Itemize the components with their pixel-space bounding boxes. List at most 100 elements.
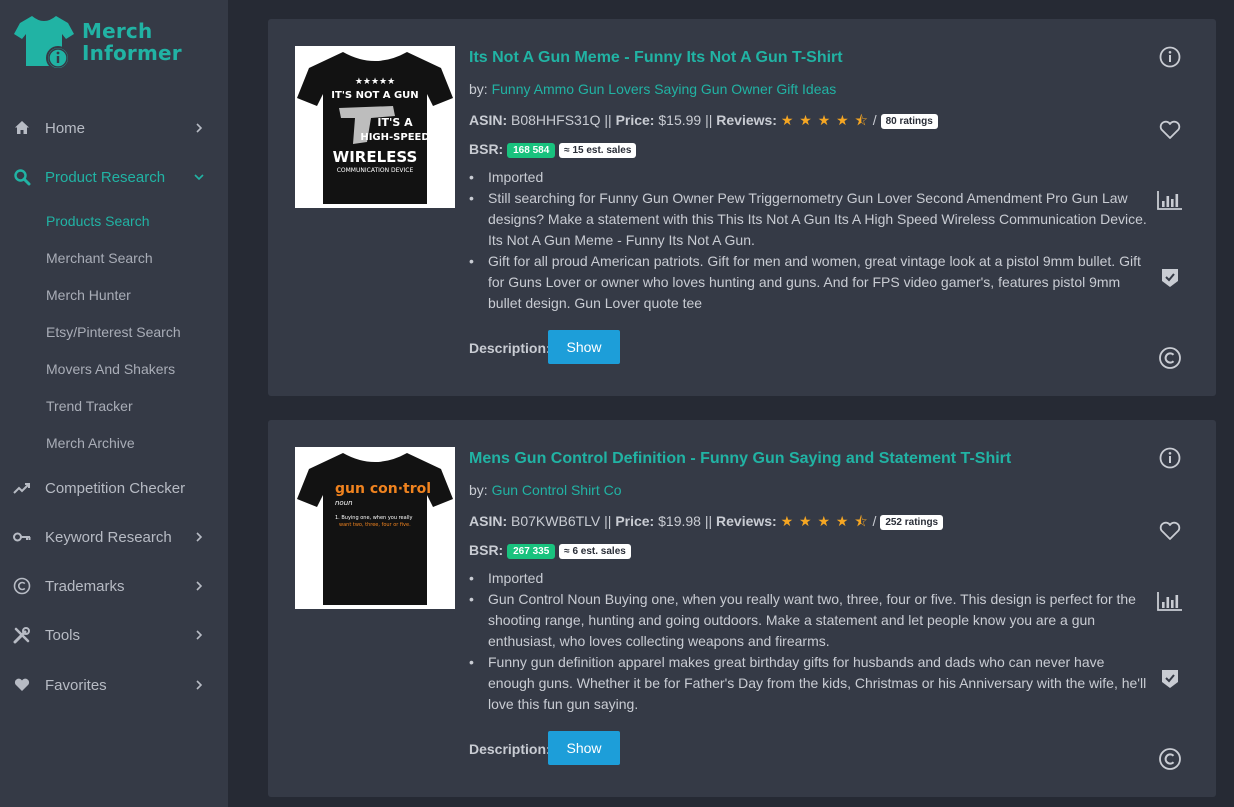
sidebar-subitem-movers-and-shakers[interactable]: Movers And Shakers: [46, 361, 175, 377]
copyright-check-icon[interactable]: [1158, 747, 1182, 771]
sidebar: Merch Informer Home Product Research Pro…: [0, 0, 228, 807]
separator: ||: [704, 513, 713, 529]
brand-line: by: Gun Control Shirt Co: [469, 482, 622, 498]
sidebar-item-label: Keyword Research: [45, 528, 172, 546]
shirt-line5: COMMUNICATION DEVICE: [337, 167, 414, 174]
chevron-right-icon: [196, 532, 203, 542]
sidebar-subitem-merchant-search[interactable]: Merchant Search: [46, 250, 153, 266]
bsr-label: BSR:: [469, 542, 504, 558]
separator: ||: [604, 112, 612, 128]
bullet-item: Still searching for Funny Gun Owner Pew …: [469, 188, 1149, 251]
sidebar-subitem-trend-tracker[interactable]: Trend Tracker: [46, 398, 133, 414]
bullet-list: Imported Gun Control Noun Buying one, wh…: [469, 568, 1149, 715]
bar-chart-icon[interactable]: [1156, 188, 1184, 212]
chevron-right-icon: [196, 630, 203, 640]
price-value: $19.98: [658, 513, 701, 529]
sidebar-item-keyword-research[interactable]: Keyword Research: [0, 519, 228, 555]
trend-icon: [12, 478, 32, 498]
sidebar-item-label: Trademarks: [45, 577, 125, 595]
asin-value: B07KWB6TLV: [511, 513, 601, 529]
bullet-list: Imported Still searching for Funny Gun O…: [469, 167, 1149, 314]
asin-value: B08HHFS31Q: [511, 112, 601, 128]
product-card: ★★★★★ IT'S NOT A GUN IT'S A HIGH-SPEED W…: [268, 19, 1216, 396]
sidebar-item-label: Favorites: [45, 676, 107, 694]
price-label: Price:: [615, 112, 655, 128]
meta-line: ASIN: B08HHFS31Q || Price: $15.99 || Rev…: [469, 110, 938, 134]
chevron-right-icon: [196, 680, 203, 690]
sidebar-item-label: Home: [45, 119, 86, 137]
shirt-line2: IT'S A: [377, 116, 413, 129]
separator: ||: [705, 112, 713, 128]
product-title[interactable]: Mens Gun Control Definition - Funny Gun …: [469, 450, 1011, 468]
product-image[interactable]: ★★★★★ IT'S NOT A GUN IT'S A HIGH-SPEED W…: [295, 46, 455, 208]
info-icon[interactable]: [1158, 446, 1182, 470]
bar-chart-icon[interactable]: [1156, 589, 1184, 613]
est-sales-badge: ≈ 6 est. sales: [559, 544, 631, 559]
product-card: gun con·trol noun 1. Buying one, when yo…: [268, 420, 1216, 797]
asin-label: ASIN:: [469, 112, 508, 128]
price-label: Price:: [615, 513, 655, 529]
search-icon: [12, 167, 32, 187]
copyright-check-icon[interactable]: [1158, 346, 1182, 370]
sidebar-subitem-merch-archive[interactable]: Merch Archive: [46, 435, 135, 451]
bullet-item: Imported: [469, 568, 1149, 589]
chevron-right-icon: [196, 581, 203, 591]
sidebar-subitem-products-search[interactable]: Products Search: [46, 213, 150, 229]
bsr-label: BSR:: [469, 141, 504, 157]
by-label: by:: [469, 482, 488, 498]
meta-line: ASIN: B07KWB6TLV || Price: $19.98 || Rev…: [469, 511, 944, 535]
slash: /: [872, 513, 877, 529]
heart-outline-icon[interactable]: [1158, 519, 1182, 543]
asin-label: ASIN:: [469, 513, 508, 529]
sidebar-subitem-etsy-pinterest-search[interactable]: Etsy/Pinterest Search: [46, 324, 181, 340]
product-image[interactable]: gun con·trol noun 1. Buying one, when yo…: [295, 447, 455, 609]
sidebar-item-label: Competition Checker: [45, 479, 186, 497]
info-icon[interactable]: [1158, 45, 1182, 69]
app-name-line2: Informer: [82, 41, 182, 65]
chevron-right-icon: [196, 123, 203, 133]
product-title[interactable]: Its Not A Gun Meme - Funny Its Not A Gun…: [469, 49, 843, 67]
price-value: $15.99: [658, 112, 702, 128]
bullet-item: Gift for all proud American patriots. Gi…: [469, 251, 1149, 314]
shirt-line2: noun: [335, 499, 353, 507]
sidebar-subitem-merch-hunter[interactable]: Merch Hunter: [46, 287, 131, 303]
brand-link[interactable]: Gun Control Shirt Co: [492, 482, 622, 498]
bullet-item: Gun Control Noun Buying one, when you re…: [469, 589, 1149, 652]
separator: ||: [604, 513, 612, 529]
by-label: by:: [469, 81, 488, 97]
brand-link[interactable]: Funny Ammo Gun Lovers Saying Gun Owner G…: [492, 81, 837, 97]
tshirt-logo-icon: [14, 16, 74, 70]
sidebar-item-product-research[interactable]: Product Research: [0, 159, 228, 195]
bsr-badge: 267 335: [507, 544, 556, 559]
sidebar-item-competition-checker[interactable]: Competition Checker: [0, 470, 228, 506]
description-label: Description:: [469, 741, 551, 757]
app-logo[interactable]: Merch Informer: [14, 14, 194, 74]
reviews-label: Reviews:: [716, 112, 777, 128]
heart-icon: [12, 675, 32, 695]
shirt-line1: IT'S NOT A GUN: [331, 90, 418, 101]
brand-line: by: Funny Ammo Gun Lovers Saying Gun Own…: [469, 81, 836, 97]
heart-outline-icon[interactable]: [1158, 118, 1182, 142]
show-description-button[interactable]: Show: [548, 731, 620, 765]
shirt-line3: HIGH-SPEED: [360, 132, 429, 143]
sidebar-item-tools[interactable]: Tools: [0, 617, 228, 653]
sidebar-item-trademarks[interactable]: Trademarks: [0, 568, 228, 604]
star-rating: ★ ★ ★ ★ ⯪: [780, 513, 869, 529]
shield-check-icon[interactable]: [1158, 266, 1182, 290]
sidebar-item-favorites[interactable]: Favorites: [0, 667, 228, 703]
sidebar-item-home[interactable]: Home: [0, 110, 228, 146]
show-description-button[interactable]: Show: [548, 330, 620, 364]
shirt-line4: WIRELESS: [333, 148, 418, 166]
description-label: Description:: [469, 340, 551, 356]
bullet-item: Imported: [469, 167, 1149, 188]
chevron-down-icon: [194, 174, 204, 181]
sidebar-item-label: Product Research: [45, 168, 166, 186]
shirt-line3: 1. Buying one, when you really: [335, 515, 412, 521]
bullet-item: Funny gun definition apparel makes great…: [469, 652, 1149, 715]
shirt-stars: ★★★★★: [355, 77, 395, 87]
bsr-line: BSR: 168 584 ≈ 15 est. sales: [469, 141, 637, 158]
shield-check-icon[interactable]: [1158, 667, 1182, 691]
app-name-line1: Merch: [82, 19, 153, 43]
home-icon: [12, 118, 32, 138]
copyright-icon: [12, 576, 32, 596]
